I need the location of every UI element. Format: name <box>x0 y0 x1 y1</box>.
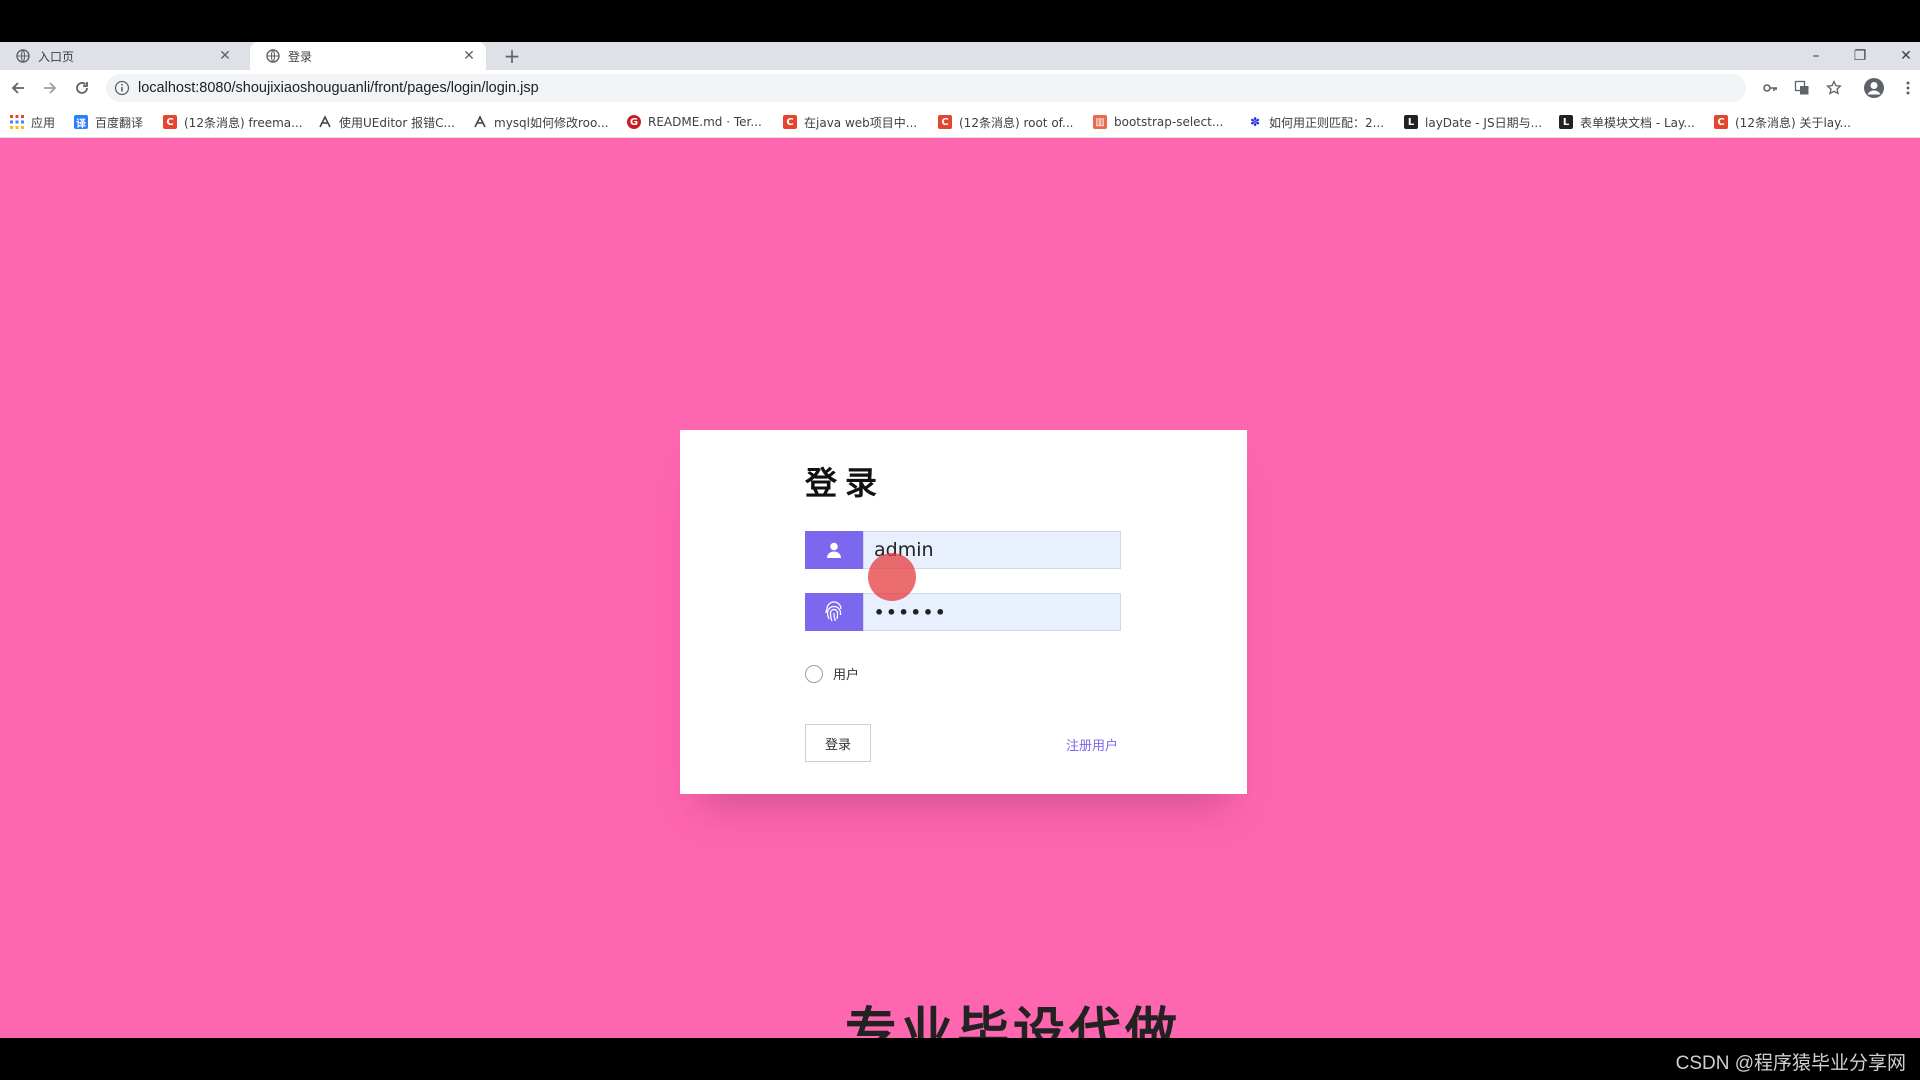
bookmark-label: (12条消息) 关于lay... <box>1735 115 1851 130</box>
new-tab-button[interactable]: + <box>500 44 524 68</box>
url-text: localhost:8080/shoujixiaoshouguanli/fron… <box>138 80 539 96</box>
toolbar: localhost:8080/shoujixiaoshouguanli/fron… <box>0 70 1920 106</box>
bookmark-label: 表单模块文档 - Lay... <box>1580 115 1695 130</box>
login-title: 登录 <box>805 464 886 502</box>
bookmark-label: README.md · Ter... <box>648 115 762 129</box>
baidu-icon: ✽ <box>1249 115 1261 129</box>
tab-title: 登录 <box>288 49 313 64</box>
register-link[interactable]: 注册用户 <box>1066 735 1118 754</box>
click-indicator <box>868 553 916 601</box>
reload-icon[interactable] <box>70 76 94 100</box>
login-card: 登录 admin •••••• 用户 登录 注册用户 <box>680 430 1247 794</box>
bookmark-regex[interactable]: ✽ 如何用正则匹配：2... <box>1248 112 1384 132</box>
login-button[interactable]: 登录 <box>805 724 871 762</box>
bookmark-label: 在java web项目中... <box>804 115 918 130</box>
globe-icon <box>266 49 280 63</box>
fingerprint-icon <box>805 593 863 631</box>
tab-entry-page[interactable]: 入口页 ✕ <box>0 42 242 70</box>
bookmark-label: 如何用正则匹配：2... <box>1269 115 1385 130</box>
csdn-icon: C <box>783 115 797 129</box>
bookmark-ueditor[interactable]: 使用UEditor 报错C... <box>318 112 455 132</box>
video-subtitle: 专业毕设代做 <box>845 1003 1182 1038</box>
bookmarks-bar: 应用 译 百度翻译 C (12条消息) freema... 使用UEditor … <box>0 106 1920 138</box>
csdn-icon: C <box>1714 115 1728 129</box>
profile-icon[interactable] <box>1862 76 1886 100</box>
site-info-icon[interactable] <box>114 80 130 96</box>
baidu-translate-icon: 译 <box>74 115 88 130</box>
bookmark-icon: ▥ <box>1093 115 1107 129</box>
role-option-user[interactable]: 用户 <box>805 664 859 683</box>
bookmark-icon <box>473 115 487 129</box>
star-icon[interactable] <box>1822 76 1846 100</box>
password-field: •••••• <box>805 593 1121 631</box>
restore-icon[interactable]: ❐ <box>1840 42 1880 70</box>
screen-top-border <box>0 0 1920 42</box>
forward-icon[interactable] <box>38 76 62 100</box>
bookmark-mysql[interactable]: mysql如何修改roo... <box>473 112 609 132</box>
bookmark-label: (12条消息) root of... <box>959 115 1074 130</box>
role-label: 用户 <box>833 668 860 683</box>
bookmark-freemarker[interactable]: C (12条消息) freema... <box>163 112 303 132</box>
bookmark-label: (12条消息) freema... <box>184 115 303 130</box>
tab-login[interactable]: 登录 ✕ <box>250 42 486 70</box>
watermark: CSDN @程序猿毕业分享网 <box>1675 1053 1906 1074</box>
layui-icon: L <box>1559 115 1573 129</box>
back-icon[interactable] <box>6 76 30 100</box>
user-icon <box>805 531 863 569</box>
username-field: admin <box>805 531 1121 569</box>
key-icon[interactable] <box>1758 76 1782 100</box>
close-tab-icon[interactable]: ✕ <box>218 48 232 64</box>
bookmark-layui[interactable]: C (12条消息) 关于lay... <box>1714 112 1851 132</box>
bookmark-label: 应用 <box>31 115 56 130</box>
close-window-icon[interactable]: ✕ <box>1886 42 1920 70</box>
bookmark-bootstrap-select[interactable]: ▥ bootstrap-select... <box>1093 112 1223 132</box>
bookmark-root-of[interactable]: C (12条消息) root of... <box>938 112 1073 132</box>
bookmark-label: bootstrap-select... <box>1114 115 1224 129</box>
apps-grid-icon <box>10 115 24 129</box>
minimize-icon[interactable]: – <box>1796 42 1836 70</box>
translate-icon[interactable] <box>1790 76 1814 100</box>
bookmark-readme[interactable]: G README.md · Ter... <box>627 112 762 132</box>
bookmark-label: mysql如何修改roo... <box>494 115 609 130</box>
csdn-icon: C <box>938 115 952 129</box>
gitee-icon: G <box>627 115 641 129</box>
menu-icon[interactable] <box>1896 76 1920 100</box>
radio-button[interactable] <box>805 664 823 683</box>
tab-strip: 入口页 ✕ 登录 ✕ + – ❐ ✕ <box>0 42 1920 70</box>
globe-icon <box>16 49 30 63</box>
tab-title: 入口页 <box>38 49 75 64</box>
bookmark-label: 使用UEditor 报错C... <box>339 115 455 130</box>
screen-bottom-border: CSDN @程序猿毕业分享网 <box>0 1038 1920 1080</box>
bookmark-laydate[interactable]: L layDate - JS日期与... <box>1404 112 1542 132</box>
close-tab-icon[interactable]: ✕ <box>462 48 476 64</box>
bookmark-baidu-translate[interactable]: 译 百度翻译 <box>74 112 143 132</box>
layui-icon: L <box>1404 115 1418 129</box>
bookmark-form-module[interactable]: L 表单模块文档 - Lay... <box>1559 112 1695 132</box>
bookmark-label: 百度翻译 <box>95 115 144 130</box>
bookmark-apps[interactable]: 应用 <box>10 112 55 132</box>
csdn-icon: C <box>163 115 177 129</box>
bookmark-icon <box>318 115 332 129</box>
bookmark-java-web[interactable]: C 在java web项目中... <box>783 112 917 132</box>
address-bar[interactable]: localhost:8080/shoujixiaoshouguanli/fron… <box>106 74 1746 102</box>
page-content: 登录 admin •••••• 用户 登录 注册用户 专业毕设代做 <box>0 138 1920 1038</box>
bookmark-label: layDate - JS日期与... <box>1425 115 1543 130</box>
